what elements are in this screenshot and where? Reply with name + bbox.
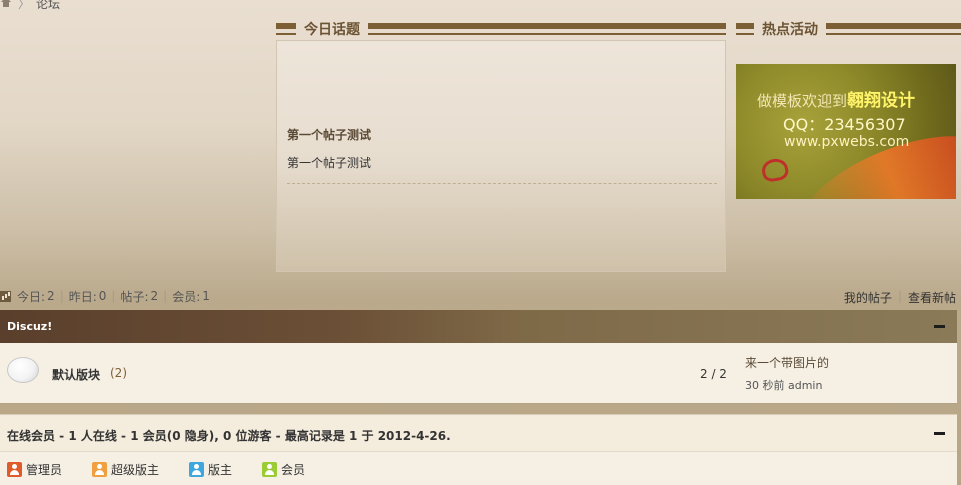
- forum-row: 默认版块 (2) 2 / 2 来一个带图片的 30 秒前 admin: [0, 343, 957, 404]
- forum-threads-posts: 2 / 2: [700, 367, 727, 381]
- collapse-icon[interactable]: [934, 325, 945, 328]
- today-topics-title: 今日话题: [304, 22, 360, 38]
- topic-title-link[interactable]: 第一个帖子测试: [287, 126, 717, 143]
- hot-activity-header: 热点活动: [736, 19, 961, 39]
- banner-brand: 翱翔设计: [847, 91, 916, 111]
- stat-yesterday-value: 0: [98, 289, 107, 303]
- banner-line-3: www.pxwebs.com: [784, 134, 910, 150]
- home-icon[interactable]: [0, 0, 12, 9]
- stat-divider: |: [163, 289, 168, 303]
- online-summary[interactable]: 在线会员 - 1 人在线 - 1 会员(0 隐身), 0 位游客 - 最高记录是…: [7, 427, 451, 444]
- breadcrumb: 〉 论坛: [0, 0, 60, 11]
- legend-admin: 管理员: [7, 461, 62, 478]
- heart-icon: [760, 156, 790, 184]
- stat-divider: |: [111, 289, 116, 303]
- stat-divider: |: [59, 289, 64, 303]
- my-posts-link[interactable]: 我的帖子: [844, 289, 892, 306]
- header-bar-decoration: [276, 23, 296, 35]
- online-members-section: 在线会员 - 1 人在线 - 1 会员(0 隐身), 0 位游客 - 最高记录是…: [0, 414, 957, 485]
- topic-summary: 第一个帖子测试: [287, 154, 717, 184]
- breadcrumb-separator: 〉: [18, 0, 31, 11]
- moderator-user-icon: [189, 462, 205, 477]
- last-post-meta: 30 秒前 admin: [745, 379, 823, 392]
- forum-last-post: 来一个带图片的 30 秒前 admin: [745, 354, 945, 393]
- category-title[interactable]: Discuz!: [7, 320, 52, 333]
- hot-activity-title: 热点活动: [762, 22, 818, 38]
- super-moderator-user-icon: [92, 462, 108, 477]
- hot-activity-banner[interactable]: 做模板欢迎到翱翔设计 QQ：23456307 www.pxwebs.com: [736, 64, 956, 199]
- today-topics-panel: 第一个帖子测试 第一个帖子测试: [276, 40, 726, 272]
- topic-item: 第一个帖子测试 第一个帖子测试: [287, 126, 717, 184]
- link-divider: |: [897, 289, 902, 303]
- breadcrumb-current[interactable]: 论坛: [36, 0, 60, 12]
- legend-moderator: 版主: [189, 461, 232, 478]
- member-user-icon: [262, 462, 278, 477]
- forum-bubble-icon: [7, 357, 39, 383]
- forum-name-link[interactable]: 默认版块: [52, 366, 100, 383]
- stat-members-label: 会员:: [172, 289, 201, 304]
- forum-today-count: (2): [110, 366, 127, 380]
- stat-members-value: 1: [202, 289, 210, 303]
- header-bar-decoration: [736, 23, 754, 35]
- chart-icon: [0, 290, 11, 302]
- forum-stats: 今日: 2 | 昨日: 0 | 帖子: 2 | 会员: 1: [0, 289, 210, 304]
- legend-super-moderator: 超级版主: [92, 461, 159, 478]
- quick-links: 我的帖子 | 查看新帖: [844, 289, 956, 306]
- banner-line-2: QQ：23456307: [783, 115, 906, 134]
- header-bar-decoration: [368, 23, 726, 35]
- today-topics-header: 今日话题: [276, 19, 726, 39]
- member-legend: 管理员 超级版主 版主 会员: [7, 461, 335, 478]
- banner-line-1: 做模板欢迎到翱翔设计: [757, 91, 916, 111]
- last-post-title-link[interactable]: 来一个带图片的: [745, 354, 945, 371]
- stat-yesterday-label: 昨日:: [68, 289, 97, 304]
- category-header: Discuz!: [0, 310, 957, 343]
- legend-member: 会员: [262, 461, 305, 478]
- admin-user-icon: [7, 462, 22, 477]
- header-bar-decoration: [826, 23, 961, 35]
- stat-posts-value: 2: [150, 289, 159, 303]
- collapse-icon[interactable]: [934, 432, 945, 435]
- stat-posts-label: 帖子:: [120, 289, 149, 304]
- new-posts-link[interactable]: 查看新帖: [908, 289, 956, 306]
- stat-today-value: 2: [47, 289, 55, 303]
- online-members-header: 在线会员 - 1 人在线 - 1 会员(0 隐身), 0 位游客 - 最高记录是…: [0, 415, 957, 452]
- stat-today-label: 今日:: [17, 289, 46, 304]
